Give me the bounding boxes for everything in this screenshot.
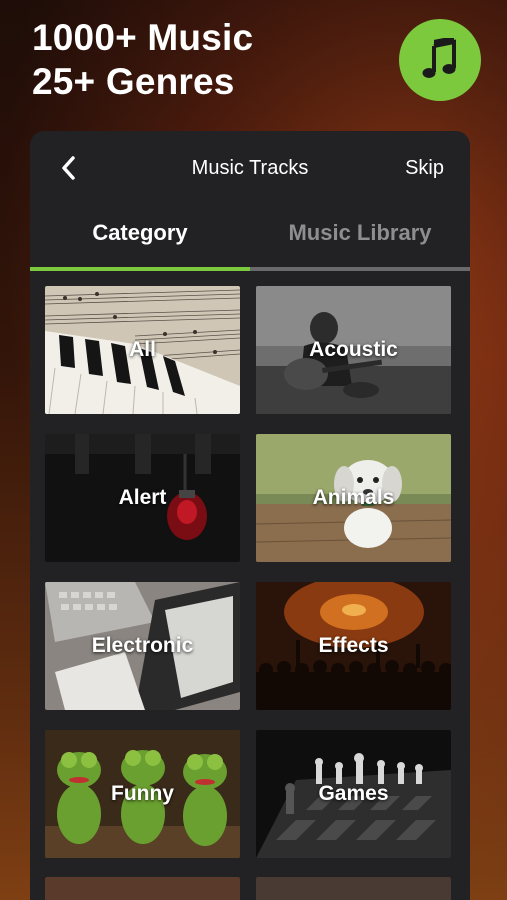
- tab-music-library[interactable]: Music Library: [250, 205, 470, 271]
- tab-music-library-label: Music Library: [288, 220, 432, 245]
- category-tile-games[interactable]: Games: [256, 730, 451, 858]
- skip-button[interactable]: Skip: [405, 157, 444, 180]
- category-label: Effects: [318, 634, 389, 657]
- tab-music-library-indicator: [250, 267, 470, 271]
- tab-category-label: Category: [92, 220, 188, 245]
- tab-bar: Category Music Library: [30, 205, 470, 271]
- category-label: Electronic: [91, 634, 194, 657]
- category-grid: All Acoustic Alert Animals Electronic Ef…: [45, 286, 451, 858]
- category-tile-next-right[interactable]: [256, 877, 451, 900]
- category-label: All: [129, 338, 156, 361]
- category-label: Alert: [118, 486, 167, 509]
- category-label: Animals: [312, 486, 395, 509]
- category-tile-next-left[interactable]: [45, 877, 240, 900]
- tab-category[interactable]: Category: [30, 205, 250, 271]
- music-badge: [399, 19, 481, 101]
- category-tile-electronic[interactable]: Electronic: [45, 582, 240, 710]
- category-tile-all[interactable]: All: [45, 286, 240, 414]
- category-tile-animals[interactable]: Animals: [256, 434, 451, 562]
- panel-title: Music Tracks: [191, 157, 309, 179]
- tab-category-indicator: [30, 267, 250, 271]
- music-tracks-panel: Music Tracks Skip Category Music Library: [30, 131, 470, 900]
- promo-headline: 1000+ Music 25+ Genres: [32, 16, 253, 104]
- category-tile-acoustic[interactable]: Acoustic: [256, 286, 451, 414]
- category-label: Games: [318, 782, 389, 805]
- promo-line-2: 25+ Genres: [32, 61, 235, 102]
- category-label: Acoustic: [309, 338, 398, 361]
- category-tile-effects[interactable]: Effects: [256, 582, 451, 710]
- category-label: Funny: [111, 782, 174, 805]
- promo-line-1: 1000+ Music: [32, 17, 254, 58]
- category-tile-alert[interactable]: Alert: [45, 434, 240, 562]
- music-note-icon: [422, 38, 456, 78]
- panel-header: Music Tracks Skip: [30, 131, 470, 205]
- category-tile-funny[interactable]: Funny: [45, 730, 240, 858]
